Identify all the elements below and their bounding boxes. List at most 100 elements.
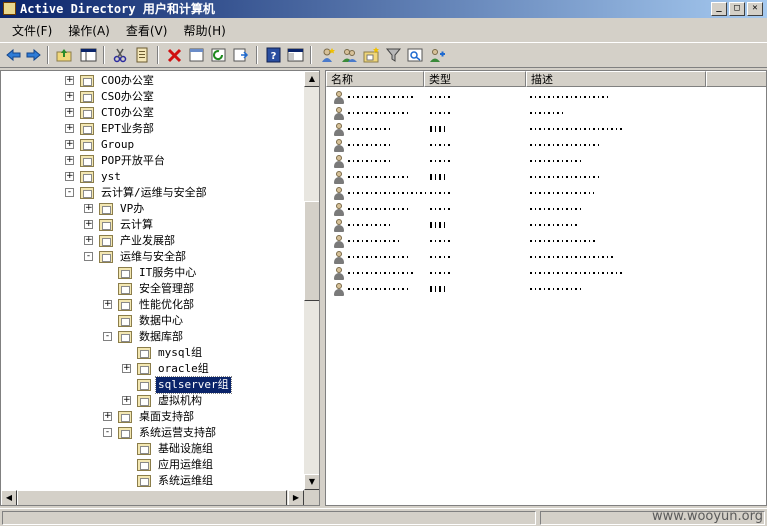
- tree-item-label[interactable]: IT服务中心: [137, 265, 198, 281]
- list-item[interactable]: [326, 153, 746, 169]
- collapse-icon[interactable]: -: [65, 188, 74, 197]
- redacted-type: [430, 222, 448, 228]
- expand-icon[interactable]: +: [84, 236, 93, 245]
- tree-item-label[interactable]: 系统运营支持部: [137, 425, 218, 441]
- scroll-thumb[interactable]: [17, 490, 287, 505]
- tree-item-label[interactable]: mysql组: [156, 345, 204, 361]
- list-item[interactable]: [326, 249, 746, 265]
- tree-item-label[interactable]: COO办公室: [99, 73, 156, 89]
- user-icon: [333, 139, 345, 152]
- cut-icon[interactable]: [112, 47, 129, 63]
- tree-item-label[interactable]: 性能优化部: [137, 297, 196, 313]
- tree-item-label[interactable]: 桌面支持部: [137, 409, 196, 425]
- close-button[interactable]: ✕: [747, 2, 763, 16]
- delete-icon[interactable]: [166, 47, 183, 63]
- scroll-down-button[interactable]: ▼: [304, 474, 319, 490]
- expand-icon[interactable]: +: [65, 156, 74, 165]
- properties-icon[interactable]: [188, 47, 205, 63]
- tree-item-label[interactable]: sqlserver组: [155, 376, 232, 394]
- expand-icon[interactable]: +: [65, 140, 74, 149]
- tree-item-label[interactable]: 云计算: [118, 217, 155, 233]
- new-ou-icon[interactable]: [363, 47, 380, 63]
- scroll-up-button[interactable]: ▲: [304, 71, 319, 87]
- back-arrow-icon[interactable]: [5, 47, 22, 63]
- tree-item-label[interactable]: EPT业务部: [99, 121, 156, 137]
- add-to-group-icon[interactable]: [429, 47, 446, 63]
- new-group-icon[interactable]: [341, 47, 358, 63]
- expand-icon[interactable]: +: [84, 220, 93, 229]
- scroll-right-button[interactable]: ▶: [288, 490, 304, 505]
- tree-item-label[interactable]: 基础设施组: [156, 441, 215, 457]
- list-item[interactable]: [326, 265, 746, 281]
- column-header-name[interactable]: 名称: [326, 71, 424, 87]
- tree-horizontal-scrollbar[interactable]: ◀ ▶: [1, 490, 304, 505]
- list-item[interactable]: [326, 281, 746, 297]
- tree-item-label[interactable]: 虚拟机构: [156, 393, 204, 409]
- menu-action[interactable]: 操作(A): [60, 22, 118, 39]
- tree-item-label[interactable]: Group: [99, 137, 136, 153]
- user-icon: [333, 123, 345, 136]
- tree-item-label[interactable]: VP办: [118, 201, 146, 217]
- expand-icon[interactable]: +: [65, 92, 74, 101]
- maximize-button[interactable]: □: [729, 2, 745, 16]
- expand-icon[interactable]: +: [122, 364, 131, 373]
- expand-icon[interactable]: +: [65, 124, 74, 133]
- details-list[interactable]: 名称 类型 描述: [325, 70, 767, 506]
- tree-item-label[interactable]: 数据库部: [137, 329, 185, 345]
- tree-item-label[interactable]: CTO办公室: [99, 105, 156, 121]
- tree-item-label[interactable]: yst: [99, 169, 123, 185]
- list-item[interactable]: [326, 89, 746, 105]
- ou-folder-icon: [99, 203, 113, 215]
- scroll-left-button[interactable]: ◀: [1, 490, 17, 505]
- ou-folder-icon: [137, 443, 151, 455]
- help-icon[interactable]: ?: [265, 47, 282, 63]
- new-user-icon[interactable]: [319, 47, 336, 63]
- tree-item-label[interactable]: 运维与安全部: [118, 249, 188, 265]
- menu-help[interactable]: 帮助(H): [175, 22, 233, 39]
- expand-icon[interactable]: +: [122, 396, 131, 405]
- list-item[interactable]: [326, 137, 746, 153]
- list-item[interactable]: [326, 201, 746, 217]
- tree-item-label[interactable]: 应用运维组: [156, 457, 215, 473]
- list-item[interactable]: [326, 217, 746, 233]
- tree-item-label[interactable]: 数据中心: [137, 313, 185, 329]
- find-icon[interactable]: [407, 47, 424, 63]
- expand-icon[interactable]: +: [103, 300, 112, 309]
- list-item[interactable]: [326, 105, 746, 121]
- list-item[interactable]: [326, 185, 746, 201]
- tree-item-label[interactable]: 云计算/运维与安全部: [99, 185, 209, 201]
- expand-icon[interactable]: +: [84, 204, 93, 213]
- console-tree[interactable]: + COO办公室 + CSO办公室 + CTO办公室 + EPT业务部 + Group + POP开放…: [0, 70, 320, 506]
- collapse-icon[interactable]: -: [103, 332, 112, 341]
- tree-item-label[interactable]: POP开放平台: [99, 153, 167, 169]
- list-item[interactable]: [326, 169, 746, 185]
- menu-view[interactable]: 查看(V): [118, 22, 176, 39]
- collapse-icon[interactable]: -: [84, 252, 93, 261]
- column-header-type[interactable]: 类型: [424, 71, 526, 87]
- up-folder-icon[interactable]: [56, 47, 73, 63]
- list-item[interactable]: [326, 233, 746, 249]
- copy-icon[interactable]: [134, 47, 151, 63]
- tree-item-label[interactable]: 系统运维组: [156, 473, 215, 489]
- tree-item-label[interactable]: 产业发展部: [118, 233, 177, 249]
- export-list-icon[interactable]: [232, 47, 249, 63]
- menu-file[interactable]: 文件(F): [4, 22, 60, 39]
- show-tree-icon[interactable]: [80, 47, 97, 63]
- tree-item-label[interactable]: 安全管理部: [137, 281, 196, 297]
- forward-arrow-icon[interactable]: [25, 47, 42, 63]
- tree-item-label[interactable]: CSO办公室: [99, 89, 156, 105]
- tree-item-label[interactable]: oracle组: [156, 361, 211, 377]
- console-tree-icon[interactable]: [287, 47, 304, 63]
- expand-icon[interactable]: +: [65, 108, 74, 117]
- column-header-description[interactable]: 描述: [526, 71, 706, 87]
- list-item[interactable]: [326, 121, 746, 137]
- expand-icon[interactable]: +: [65, 172, 74, 181]
- expand-icon[interactable]: +: [103, 412, 112, 421]
- scroll-thumb[interactable]: [304, 201, 319, 301]
- filter-icon[interactable]: [385, 47, 402, 63]
- collapse-icon[interactable]: -: [103, 428, 112, 437]
- minimize-button[interactable]: _: [711, 2, 727, 16]
- refresh-icon[interactable]: [210, 47, 227, 63]
- expand-icon[interactable]: +: [65, 76, 74, 85]
- tree-vertical-scrollbar[interactable]: ▲ ▼: [304, 71, 319, 490]
